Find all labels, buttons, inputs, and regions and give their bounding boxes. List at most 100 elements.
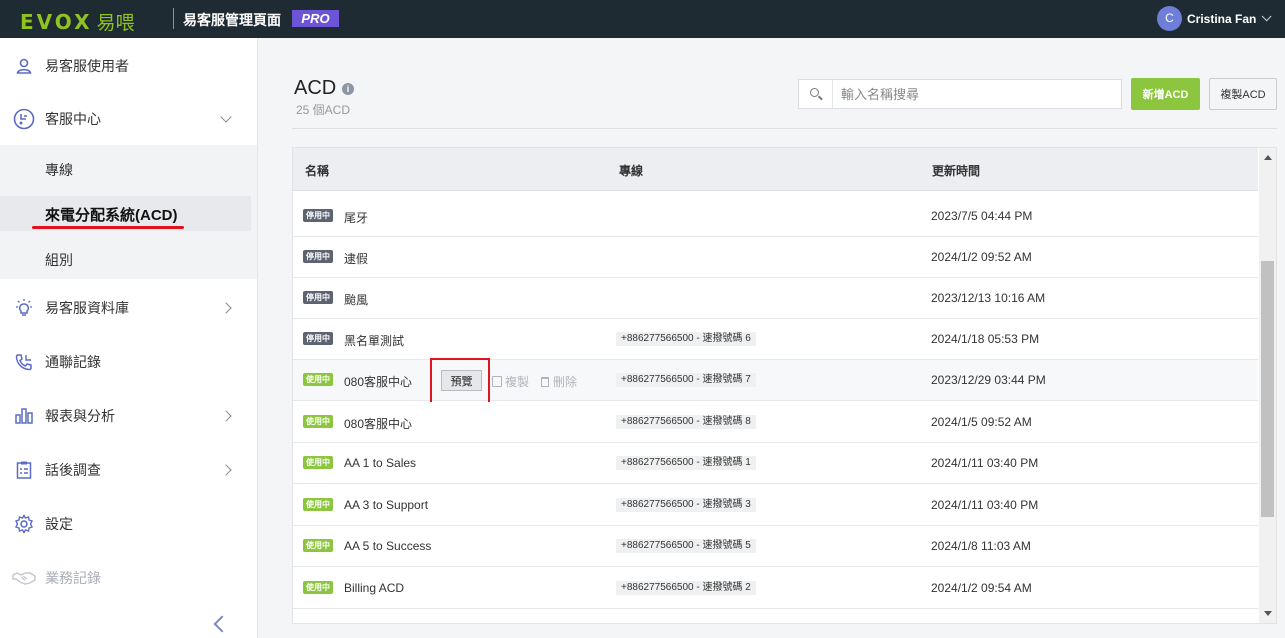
updated-time: 2023/12/13 10:16 AM [931, 291, 1046, 305]
acd-name: Billing ACD [344, 581, 405, 595]
acd-count: 25 個ACD [296, 103, 351, 117]
scroll-down-icon[interactable] [1264, 611, 1272, 616]
table-row[interactable]: 停用中 逮假 2024/1/2 09:52 AM [293, 237, 1258, 278]
acd-name: AA 3 to Support [344, 498, 429, 512]
updated-time: 2024/1/5 09:52 AM [931, 415, 1032, 429]
sidebar-item-label: 報表與分析 [45, 408, 115, 424]
table-row[interactable]: 使用中 AA 3 to Support +886277566500 - 速撥號碼… [293, 485, 1258, 526]
user-icon [16, 58, 32, 74]
handshake-icon [12, 572, 36, 585]
status-badge: 停用中 [303, 332, 333, 345]
sidebar-item-survey[interactable]: 話後調查 [0, 448, 257, 492]
line-tag: +886277566500 - 速撥號碼 5 [616, 539, 756, 553]
acd-name: 逮假 [344, 252, 369, 266]
line-tag: +886277566500 - 速撥號碼 2 [616, 581, 756, 595]
column-header-line[interactable]: 專線 [619, 162, 643, 179]
copy-acd-button[interactable]: 複製ACD [1209, 78, 1277, 110]
sidebar-item-call-log[interactable]: 通聯記錄 [0, 340, 257, 384]
status-badge: 使用中 [303, 415, 333, 428]
add-acd-button[interactable]: 新增ACD [1131, 78, 1200, 110]
updated-time: 2024/1/18 05:53 PM [931, 332, 1040, 346]
chevron-right-icon [220, 464, 232, 476]
sidebar-subitem-acd[interactable]: 來電分配系統(ACD) [45, 204, 178, 225]
sidebar-item-label: 易客服資料庫 [45, 300, 129, 316]
table-row[interactable]: 使用中 080客服中心 +886277566500 - 速撥號碼 8 2024/… [293, 402, 1258, 443]
line-tag: +886277566500 - 速撥號碼 3 [616, 498, 756, 512]
table-row[interactable]: 停用中 尾牙 2023/7/5 04:44 PM [293, 196, 1258, 237]
copy-icon [492, 376, 502, 387]
search-box [798, 79, 1122, 109]
row-copy-label: 複製 [505, 375, 530, 389]
acd-name: AA 1 to Sales [344, 456, 417, 470]
sidebar-item-business-log[interactable]: 業務記錄 [0, 556, 257, 600]
table-header: 名稱 專線 更新時間 [293, 148, 1258, 191]
sidebar-item-database[interactable]: 易客服資料庫 [0, 286, 257, 330]
chart-icon [15, 408, 33, 424]
highlight-underline [32, 226, 184, 229]
table-scrollbar[interactable] [1259, 148, 1276, 623]
table-row[interactable]: 使用中 AA 5 to Success +886277566500 - 速撥號碼… [293, 526, 1258, 567]
sidebar-item-settings[interactable]: 設定 [0, 502, 257, 546]
status-badge: 停用中 [303, 209, 333, 222]
sidebar-item-reports[interactable]: 報表與分析 [0, 394, 257, 438]
table-row[interactable]: 停用中 黑名單測試 +886277566500 - 速撥號碼 6 2024/1/… [293, 319, 1258, 360]
table-row[interactable]: 停用中 颱風 2023/12/13 10:16 AM [293, 278, 1258, 319]
page-title: ACD [294, 77, 337, 99]
chevron-down-icon [1262, 11, 1272, 22]
sidebar-item-label: 易客服使用者 [45, 58, 129, 74]
row-copy-button[interactable]: 複製 [492, 373, 529, 390]
status-badge: 使用中 [303, 581, 333, 594]
user-menu[interactable]: C Cristina Fan [1157, 6, 1272, 31]
lightbulb-icon [16, 299, 32, 316]
updated-time: 2024/1/11 03:40 PM [931, 498, 1039, 512]
line-tag: +886277566500 - 速撥號碼 1 [616, 456, 756, 470]
status-badge: 使用中 [303, 498, 333, 511]
collapse-sidebar-icon[interactable] [213, 615, 231, 633]
phone-icon [15, 354, 32, 371]
gear-icon [15, 514, 33, 534]
sidebar-item-service-center[interactable]: 客服中心 [0, 97, 257, 141]
updated-time: 2024/1/8 11:03 AM [931, 539, 1031, 553]
status-badge: 使用中 [303, 373, 333, 386]
scroll-up-icon[interactable] [1264, 155, 1272, 160]
row-delete-button[interactable]: 刪除 [541, 373, 577, 390]
service-center-icon [13, 108, 35, 130]
row-delete-label: 刪除 [553, 375, 578, 389]
scroll-thumb[interactable] [1261, 261, 1274, 517]
chevron-right-icon [220, 410, 232, 422]
acd-name: 黑名單測試 [344, 334, 405, 348]
updated-time: 2024/1/2 09:54 AM [931, 581, 1032, 595]
line-tag: +886277566500 - 速撥號碼 7 [616, 373, 756, 387]
updated-time: 2024/1/2 09:52 AM [931, 250, 1032, 264]
logo-text: EVOX [20, 9, 93, 34]
acd-name: 080客服中心 [344, 417, 413, 431]
highlight-box [430, 358, 490, 404]
column-header-name[interactable]: 名稱 [305, 162, 329, 179]
acd-table: 名稱 專線 更新時間 停用中 尾牙 2023/7/5 04:44 PM 停用中 … [292, 147, 1277, 624]
sidebar: 易客服使用者 客服中心 專線 來電分配系統(ACD) 組別 易客服資料庫 通聯記… [0, 38, 258, 638]
line-tag: +886277566500 - 速撥號碼 8 [616, 415, 756, 429]
search-input[interactable] [835, 80, 1120, 108]
search-icon [799, 80, 833, 108]
status-badge: 使用中 [303, 539, 333, 552]
table-row[interactable]: 使用中 Billing ACD +886277566500 - 速撥號碼 2 2… [293, 568, 1258, 609]
updated-time: 2024/1/11 03:40 PM [931, 456, 1039, 470]
app-title: 易客服管理頁面 [183, 12, 281, 28]
sidebar-item-users[interactable]: 易客服使用者 [0, 44, 257, 88]
logo-cn-text: 易喂 [96, 13, 135, 34]
line-tag: +886277566500 - 速撥號碼 6 [616, 332, 756, 346]
column-header-updated[interactable]: 更新時間 [932, 162, 980, 179]
updated-time: 2023/7/5 04:44 PM [931, 209, 1033, 223]
acd-name: AA 5 to Success [344, 539, 432, 553]
chevron-right-icon [220, 302, 232, 314]
evox-logo[interactable]: EVOX 易喂 [20, 8, 135, 35]
acd-name: 尾牙 [344, 211, 369, 225]
updated-time: 2023/12/29 03:44 PM [931, 373, 1046, 387]
sidebar-subitem-groups[interactable]: 組別 [45, 250, 73, 270]
sidebar-subitem-lines[interactable]: 專線 [45, 160, 73, 180]
bottom-strip [292, 624, 1277, 638]
info-icon[interactable]: i [342, 83, 354, 95]
table-row[interactable]: 使用中 AA 1 to Sales +886277566500 - 速撥號碼 1… [293, 443, 1258, 484]
table-row[interactable]: 使用中 080客服中心 預覽 複製 刪除 +886277566500 - 速撥號… [293, 358, 1258, 404]
acd-name: 080客服中心 [344, 375, 413, 389]
